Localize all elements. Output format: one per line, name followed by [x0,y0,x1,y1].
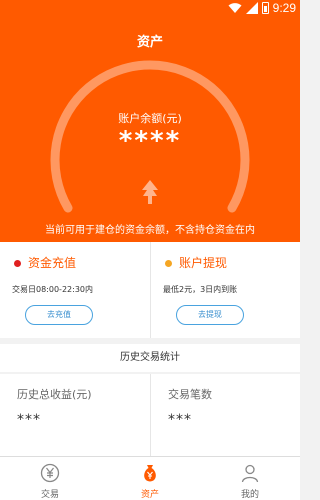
withdraw-section: 账户提现 最低2元，3日内到账 去提现 [150,242,300,338]
withdraw-info: 最低2元，3日内到账 [163,285,238,294]
total-profit-label: 历史总收益(元) [17,388,92,401]
withdraw-title: 账户提现 [179,256,228,270]
person-icon [241,464,259,483]
tab-assets[interactable]: 资产 [100,457,200,500]
trade-count-stat: 交易笔数 *** [150,374,300,456]
balance-header: 资产 账户余额(元) **** 当前可用于建仓的资金余额，不含持仓资金在内 [0,18,300,242]
withdraw-dot-icon [165,260,172,267]
tab-trade-label: 交易 [40,490,59,500]
history-stats: 历史总收益(元) *** 交易笔数 *** [0,374,300,456]
balance-note: 当前可用于建仓的资金余额，不含持仓资金在内 [45,225,255,236]
funds-panel: 资金充值 交易日08:00-22:30内 去充值 账户提现 最低2元，3日内到账… [0,242,300,338]
total-profit-value: *** [17,412,41,428]
trade-count-value: *** [168,412,192,428]
total-profit-stat: 历史总收益(元) *** [0,374,150,456]
deposit-info: 交易日08:00-22:30内 [12,285,93,294]
tab-assets-label: 资产 [140,490,159,500]
history-title: 历史交易统计 [0,344,300,372]
balance-label: 账户余额(元) [118,112,182,125]
withdraw-button[interactable]: 去提现 [176,305,244,325]
clock: 9:29 [272,1,296,15]
yuan-coin-icon [40,463,60,483]
battery-icon [261,2,269,14]
bottom-nav: 交易 资产 我的 [0,456,300,500]
deposit-section: 资金充值 交易日08:00-22:30内 去充值 [0,242,150,338]
tab-me-label: 我的 [240,490,259,500]
tab-me[interactable]: 我的 [200,457,300,500]
trade-count-label: 交易笔数 [168,388,212,401]
page-title: 资产 [136,35,163,50]
status-bar: 9:29 [0,0,300,18]
wifi-icon [228,3,242,13]
money-bag-icon [144,465,156,482]
deposit-dot-icon [14,260,21,267]
deposit-button[interactable]: 去充值 [25,305,93,325]
deposit-title: 资金充值 [28,256,77,270]
tab-trade[interactable]: 交易 [0,457,100,500]
signal-icon [245,2,258,14]
growth-arrow-icon [142,180,158,204]
balance-value: **** [118,126,182,156]
